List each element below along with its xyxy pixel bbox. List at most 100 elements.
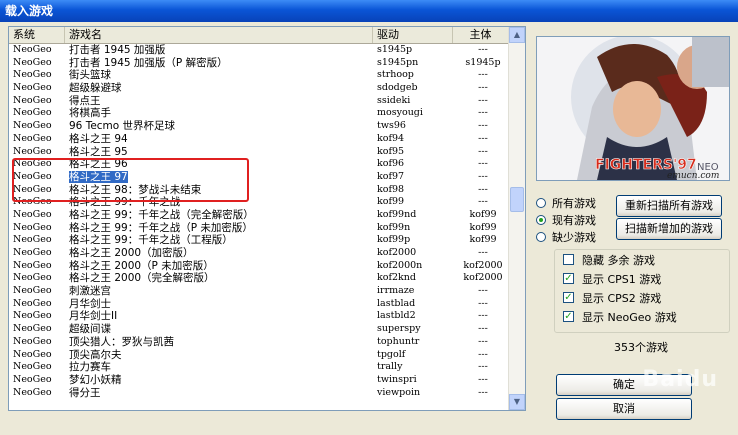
cell-driver: kof97	[377, 170, 405, 182]
cell-system: NeoGeo	[13, 120, 52, 132]
cell-system: NeoGeo	[13, 145, 52, 157]
cell-driver: ssideki	[377, 94, 411, 106]
cell-parent: kof2000	[463, 272, 503, 284]
table-row[interactable]: NeoGeo 打击者 1945 加强版（P 解密版） s1945pn s1945p	[9, 57, 509, 70]
cell-driver: superspy	[377, 323, 421, 335]
cell-parent: ---	[478, 44, 488, 55]
cell-driver: trally	[377, 361, 403, 373]
game-list[interactable]: 系统 游戏名 驱动 主体 NeoGeo 打击者 1945 加强版 s1945p ---…	[8, 26, 526, 411]
checkbox-icon[interactable]: ✓	[563, 292, 574, 303]
cell-parent: ---	[478, 196, 488, 208]
table-row[interactable]: NeoGeo 顶尖猎人：罗狄与凯茜 tophuntr ---	[9, 336, 509, 349]
table-row[interactable]: NeoGeo 顶尖高尔夫 tpgolf ---	[9, 349, 509, 362]
scroll-thumb[interactable]	[510, 187, 524, 212]
cell-game-name: 月华剑士II	[65, 310, 373, 323]
table-row[interactable]: NeoGeo 格斗之王 94 kof94 ---	[9, 133, 509, 146]
cell-driver: kof99p	[377, 234, 411, 246]
checkbox-icon[interactable]	[563, 254, 574, 265]
checkbox-hide-extra[interactable]: 隐藏 多余 游戏	[555, 250, 729, 269]
table-row[interactable]: NeoGeo 得点王 ssideki ---	[9, 95, 509, 108]
cell-text: 超级间谍	[69, 323, 111, 336]
table-row[interactable]: NeoGeo 得分王 viewpoin ---	[9, 387, 509, 400]
scroll-down-arrow-icon[interactable]: ▼	[509, 394, 525, 410]
table-row[interactable]: NeoGeo 格斗之王 2000（P 未加密版） kof2000n kof2000	[9, 260, 509, 273]
cell-driver: irrmaze	[377, 285, 415, 297]
table-row[interactable]: NeoGeo 刺激迷宫 irrmaze ---	[9, 285, 509, 298]
checkbox-show-neogeo[interactable]: ✓ 显示 NeoGeo 游戏	[555, 307, 729, 326]
cell-parent: kof99	[469, 208, 497, 220]
cell-system: NeoGeo	[13, 56, 52, 68]
table-row[interactable]: NeoGeo 将棋高手 mosyougi ---	[9, 107, 509, 120]
column-header-system[interactable]: 系统	[9, 27, 65, 43]
scan-new-button[interactable]: 扫描新增加的游戏	[616, 218, 722, 240]
cell-text: 超级躲避球	[69, 82, 122, 95]
cancel-button[interactable]: 取消	[556, 398, 692, 420]
cell-system: NeoGeo	[13, 386, 52, 398]
cell-driver: kof2000n	[377, 259, 423, 271]
rescan-all-button[interactable]: 重新扫描所有游戏	[616, 195, 722, 217]
cell-game-name: 格斗之王 2000（加密版）	[65, 247, 373, 260]
cell-driver: kof96	[377, 158, 405, 170]
column-header-name[interactable]: 游戏名	[65, 27, 373, 43]
radio-dot-icon[interactable]	[536, 214, 546, 225]
radio-dot-icon[interactable]	[536, 197, 546, 208]
cell-parent: ---	[478, 361, 488, 373]
cell-driver: kof95	[377, 145, 405, 157]
cell-parent: ---	[478, 183, 488, 195]
cell-system: NeoGeo	[13, 94, 52, 106]
checkbox-icon[interactable]: ✓	[563, 273, 574, 284]
table-row[interactable]: NeoGeo 格斗之王 99：千年之战（工程版） kof99p kof99	[9, 234, 509, 247]
radio-available-games[interactable]: 现有游戏	[536, 211, 596, 228]
cell-game-name: 格斗之王 99：千年之战（完全解密版）	[65, 209, 373, 222]
table-row[interactable]: NeoGeo 超级间谍 superspy ---	[9, 323, 509, 336]
cell-driver: strhoop	[377, 69, 414, 81]
cell-system: NeoGeo	[13, 247, 52, 258]
cell-system: NeoGeo	[13, 234, 52, 246]
column-header-driver[interactable]: 驱动	[373, 27, 453, 43]
cell-system: NeoGeo	[13, 208, 52, 220]
column-header-parent[interactable]: 主体	[453, 27, 509, 43]
checkbox-icon[interactable]: ✓	[563, 311, 574, 322]
table-row[interactable]: NeoGeo 格斗之王 2000（完全解密版） kof2knd kof2000	[9, 272, 509, 285]
cell-driver: kof99n	[377, 221, 411, 233]
cell-game-name: 顶尖猎人：罗狄与凯茜	[65, 336, 373, 349]
list-rows: NeoGeo 打击者 1945 加强版 s1945p --- NeoGeo 打击者 194…	[9, 44, 509, 399]
radio-all-games[interactable]: 所有游戏	[536, 194, 596, 211]
table-row[interactable]: NeoGeo 96 Tecmo 世界杯足球 tws96 ---	[9, 120, 509, 133]
table-row[interactable]: NeoGeo 月华剑士II lastbld2 ---	[9, 310, 509, 323]
table-row[interactable]: NeoGeo 格斗之王 95 kof95 ---	[9, 146, 509, 159]
checkbox-show-cps2[interactable]: ✓ 显示 CPS2 游戏	[555, 288, 729, 307]
highlight-annotation	[12, 158, 249, 202]
cell-system: NeoGeo	[13, 132, 52, 144]
scroll-up-arrow-icon[interactable]: ▲	[509, 27, 525, 43]
cell-text: 打击者 1945 加强版	[69, 44, 166, 56]
cell-game-name: 街头篮球	[65, 69, 373, 82]
cell-parent: ---	[478, 285, 488, 297]
table-row[interactable]: NeoGeo 街头篮球 strhoop ---	[9, 69, 509, 82]
table-row[interactable]: NeoGeo 月华剑士 lastblad ---	[9, 298, 509, 311]
cell-parent: ---	[478, 82, 488, 94]
cell-text: 顶尖高尔夫	[69, 348, 122, 361]
cell-text: 96 Tecmo 世界杯足球	[69, 120, 176, 133]
cell-driver: tpgolf	[377, 348, 406, 360]
vertical-scrollbar[interactable]: ▲ ▼	[508, 27, 525, 410]
table-row[interactable]: NeoGeo 格斗之王 2000（加密版） kof2000 ---	[9, 247, 509, 260]
table-row[interactable]: NeoGeo 格斗之王 99：千年之战（完全解密版） kof99nd kof99	[9, 209, 509, 222]
table-row[interactable]: NeoGeo 梦幻小妖精 twinspri ---	[9, 374, 509, 387]
cell-parent: kof99	[469, 234, 497, 246]
radio-missing-games[interactable]: 缺少游戏	[536, 228, 596, 245]
cell-system: NeoGeo	[13, 44, 52, 55]
table-row[interactable]: NeoGeo 格斗之王 99：千年之战（P 未加密版） kof99n kof99	[9, 222, 509, 235]
table-row[interactable]: NeoGeo 打击者 1945 加强版 s1945p ---	[9, 44, 509, 57]
cell-driver: s1945pn	[377, 56, 419, 68]
cell-parent: ---	[478, 373, 488, 385]
cell-system: NeoGeo	[13, 272, 52, 284]
table-row[interactable]: NeoGeo 超级躲避球 sdodgeb ---	[9, 82, 509, 95]
radio-dot-icon[interactable]	[536, 231, 546, 242]
cell-system: NeoGeo	[13, 348, 52, 360]
cell-game-name: 格斗之王 99：千年之战（工程版）	[65, 234, 373, 247]
cell-parent: ---	[478, 69, 488, 81]
cell-driver: kof2knd	[377, 272, 416, 284]
table-row[interactable]: NeoGeo 拉力赛车 trally ---	[9, 361, 509, 374]
checkbox-show-cps1[interactable]: ✓ 显示 CPS1 游戏	[555, 269, 729, 288]
